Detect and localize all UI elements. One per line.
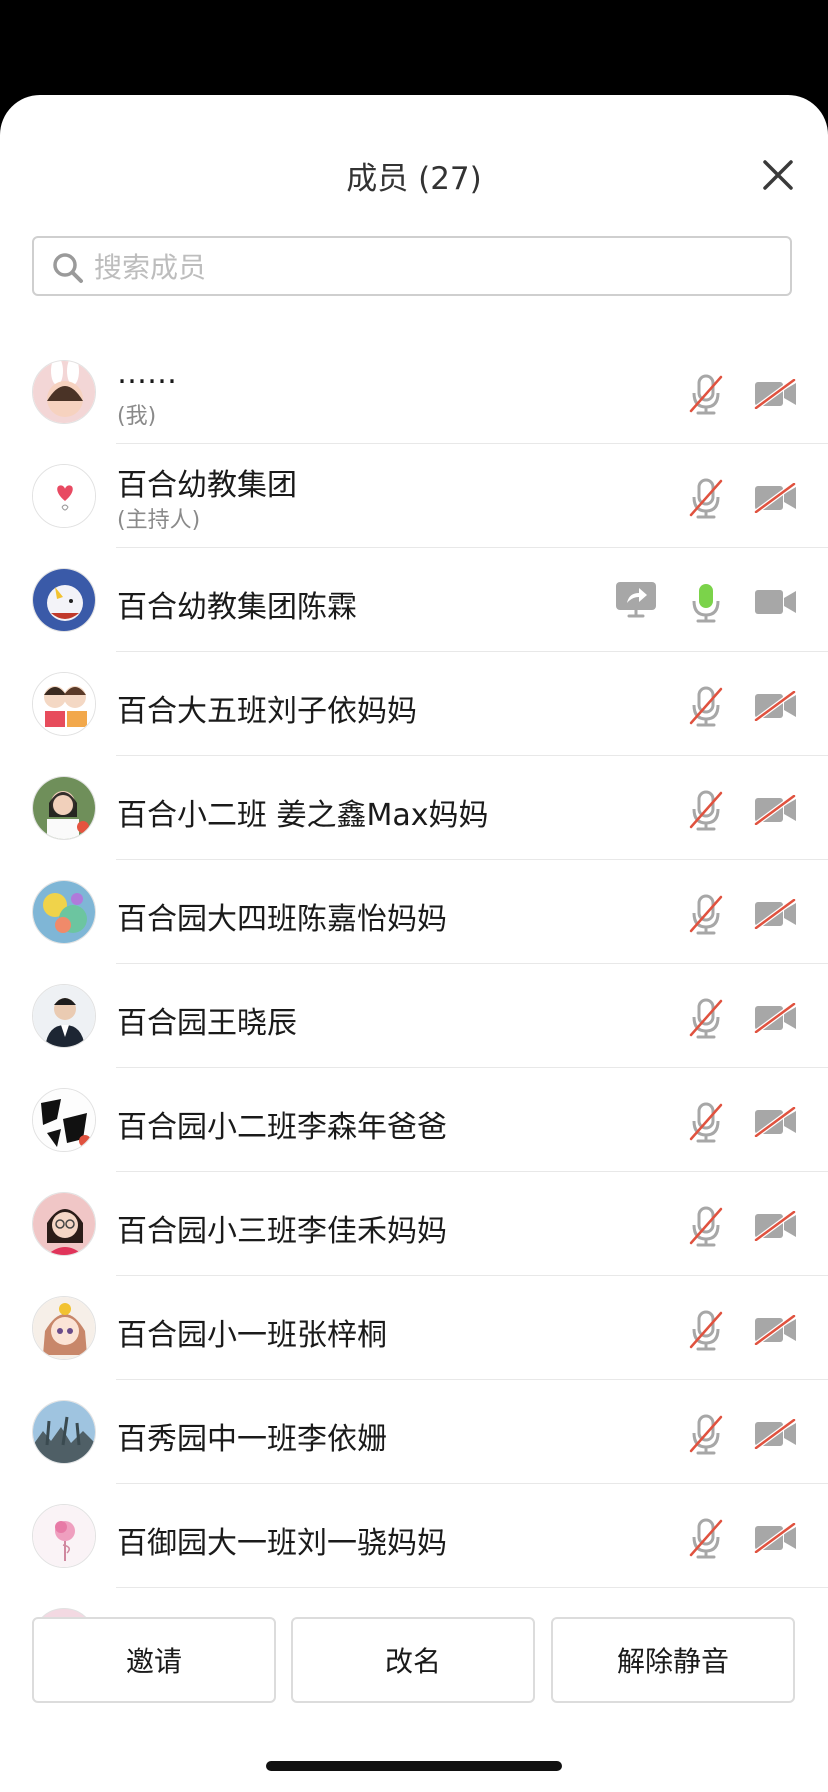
member-row[interactable]: 百合幼教集团陈霖 xyxy=(0,548,828,652)
member-row[interactable]: 百秀园中一班李依姗 xyxy=(0,1380,828,1484)
microphone-muted-icon[interactable] xyxy=(686,893,726,935)
avatar xyxy=(32,1088,96,1152)
microphone-muted-icon[interactable] xyxy=(686,997,726,1039)
member-name: 百合园小二班李森年爸爸 xyxy=(117,1110,447,1145)
microphone-icon[interactable] xyxy=(686,581,726,623)
member-row[interactable]: 百合小二班 姜之鑫Max妈妈 xyxy=(0,756,828,860)
member-name: 百合幼教集团 xyxy=(117,468,297,503)
member-row[interactable]: 百合园小二班李森年爸爸 xyxy=(0,1068,828,1172)
avatar xyxy=(32,1504,96,1568)
member-name: 百秀园中一班李依姗 xyxy=(117,1422,387,1457)
camera-off-icon[interactable] xyxy=(754,689,798,723)
member-row[interactable]: 百合园小三班李佳禾妈妈 xyxy=(0,1172,828,1276)
camera-off-icon[interactable] xyxy=(754,1417,798,1451)
unmute-button[interactable]: 解除静音 xyxy=(551,1617,795,1703)
camera-off-icon[interactable] xyxy=(754,1105,798,1139)
camera-off-icon[interactable] xyxy=(754,1001,798,1035)
camera-icon[interactable] xyxy=(754,587,798,617)
member-name: 百合园小一班张梓桐 xyxy=(117,1318,387,1353)
avatar xyxy=(32,1192,96,1256)
microphone-muted-icon[interactable] xyxy=(686,373,726,415)
search-input[interactable] xyxy=(92,246,776,288)
member-row[interactable]: 百合园王晓辰 xyxy=(0,964,828,1068)
member-name: …… xyxy=(117,356,177,391)
camera-off-icon[interactable] xyxy=(754,481,798,515)
avatar xyxy=(32,1296,96,1360)
avatar xyxy=(32,464,96,528)
member-name: 百合幼教集团陈霖 xyxy=(117,590,357,625)
microphone-muted-icon[interactable] xyxy=(686,1309,726,1351)
members-sheet: 成员 (27) …… (我) 百合幼教集团 (主持人) 百合幼教集团陈霖百合大五班刘子依… xyxy=(0,95,828,1792)
avatar xyxy=(32,568,96,632)
search-field[interactable] xyxy=(32,236,792,296)
microphone-muted-icon[interactable] xyxy=(686,477,726,519)
camera-off-icon[interactable] xyxy=(754,793,798,827)
member-role: (主持人) xyxy=(117,508,201,533)
member-name: 百合小二班 姜之鑫Max妈妈 xyxy=(117,798,489,833)
search-icon xyxy=(53,253,83,283)
avatar xyxy=(32,880,96,944)
rename-button[interactable]: 改名 xyxy=(291,1617,535,1703)
close-icon[interactable] xyxy=(758,155,798,195)
member-name: 百合园小三班李佳禾妈妈 xyxy=(117,1214,447,1249)
avatar xyxy=(32,776,96,840)
invite-button[interactable]: 邀请 xyxy=(32,1617,276,1703)
member-row[interactable]: 百合园大四班陈嘉怡妈妈 xyxy=(0,860,828,964)
member-row[interactable]: 百合幼教集团 (主持人) xyxy=(0,444,828,548)
microphone-muted-icon[interactable] xyxy=(686,1517,726,1559)
avatar xyxy=(32,1400,96,1464)
member-name: 百御园大一班刘一骁妈妈 xyxy=(117,1526,447,1561)
member-row[interactable]: 百合大五班刘子依妈妈 xyxy=(0,652,828,756)
camera-off-icon[interactable] xyxy=(754,1313,798,1347)
member-list[interactable]: …… (我) 百合幼教集团 (主持人) 百合幼教集团陈霖百合大五班刘子依妈妈百合小二班 … xyxy=(0,340,828,1697)
microphone-muted-icon[interactable] xyxy=(686,1101,726,1143)
avatar xyxy=(32,984,96,1048)
microphone-muted-icon[interactable] xyxy=(686,789,726,831)
screen-share-icon[interactable] xyxy=(615,581,657,621)
camera-off-icon[interactable] xyxy=(754,897,798,931)
member-row[interactable]: …… (我) xyxy=(0,340,828,444)
member-row[interactable]: 百合园小一班张梓桐 xyxy=(0,1276,828,1380)
microphone-muted-icon[interactable] xyxy=(686,685,726,727)
microphone-muted-icon[interactable] xyxy=(686,1413,726,1455)
camera-off-icon[interactable] xyxy=(754,377,798,411)
member-name: 百合园王晓辰 xyxy=(117,1006,297,1041)
microphone-muted-icon[interactable] xyxy=(686,1205,726,1247)
camera-off-icon[interactable] xyxy=(754,1209,798,1243)
sheet-title: 成员 (27) xyxy=(346,161,482,197)
avatar xyxy=(32,360,96,424)
member-name: 百合大五班刘子依妈妈 xyxy=(117,694,417,729)
avatar xyxy=(32,672,96,736)
home-indicator xyxy=(266,1761,562,1771)
member-role: (我) xyxy=(117,404,157,429)
member-name: 百合园大四班陈嘉怡妈妈 xyxy=(117,902,447,937)
member-row[interactable]: 百御园大一班刘一骁妈妈 xyxy=(0,1484,828,1588)
camera-off-icon[interactable] xyxy=(754,1521,798,1555)
